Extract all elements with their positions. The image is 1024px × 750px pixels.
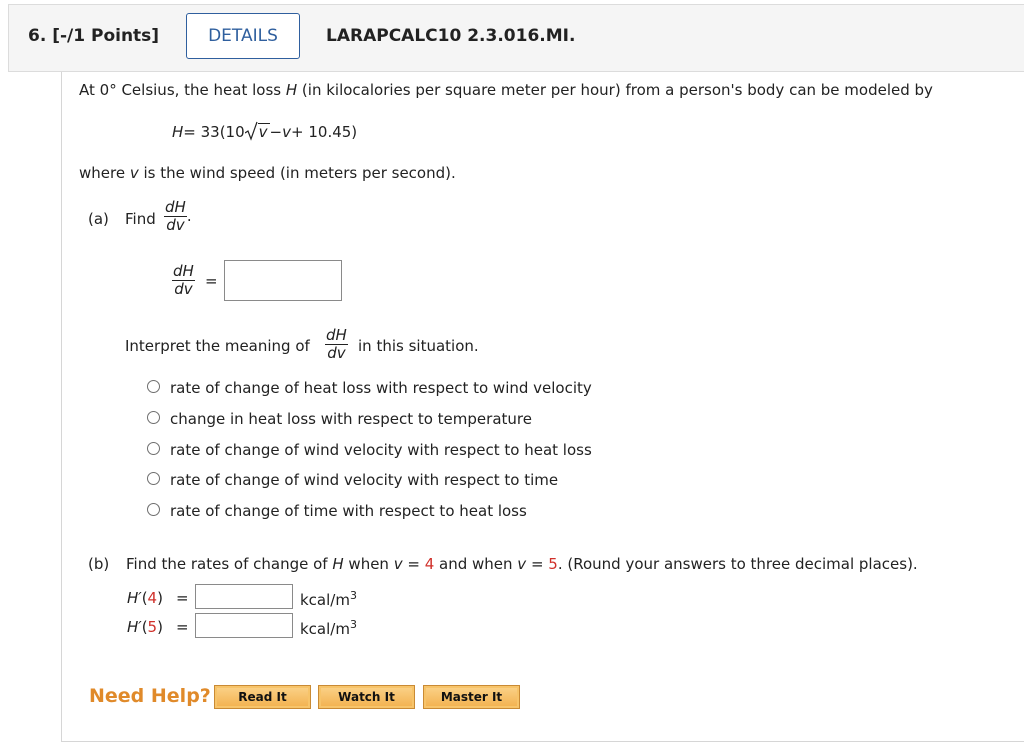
option-radio-2[interactable] (147, 411, 160, 424)
h-prime-4-unit: kcal/m3 (300, 589, 357, 609)
heat-loss-equation: H = 33(10 v − v + 10.45) (172, 121, 358, 141)
h-prime-4-input[interactable] (195, 584, 293, 609)
option-radio-1[interactable] (147, 380, 160, 393)
need-help-label: Need Help? (89, 685, 211, 707)
part-a-derivative: dH dv. (164, 198, 192, 234)
option-radio-4[interactable] (147, 472, 160, 485)
details-button[interactable]: DETAILS (186, 13, 300, 59)
h-prime-5-input[interactable] (195, 613, 293, 638)
h-prime-5-unit: kcal/m3 (300, 618, 357, 638)
h-prime-4-label: H′(4) (127, 589, 163, 607)
option-radio-3[interactable] (147, 442, 160, 455)
h-prime-5-label: H′(5) (127, 618, 163, 636)
watch-it-button[interactable]: Watch It (318, 685, 415, 709)
part-b-label: (b) (88, 555, 110, 573)
option-radio-5[interactable] (147, 503, 160, 516)
read-it-button[interactable]: Read It (214, 685, 311, 709)
master-it-button[interactable]: Master It (423, 685, 520, 709)
interpret-text: Interpret the meaning of (125, 337, 310, 355)
intro-text: At 0° Celsius, the heat loss H (in kiloc… (79, 81, 933, 99)
option-label-4[interactable]: rate of change of wind velocity with res… (170, 471, 558, 489)
part-a-find: Find (125, 210, 156, 228)
option-label-3[interactable]: rate of change of wind velocity with res… (170, 441, 592, 459)
part-a-answer-derivative: dH dv (172, 262, 195, 298)
part-a-label: (a) (88, 210, 109, 228)
where-text: where v is the wind speed (in meters per… (79, 164, 456, 182)
question-number: 6. [-/1 Points] (28, 26, 160, 46)
option-label-1[interactable]: rate of change of heat loss with respect… (170, 379, 592, 397)
derivative-answer-input[interactable] (224, 260, 342, 301)
part-b-prompt: Find the rates of change of H when v = 4… (126, 555, 918, 573)
problem-code: LARAPCALC10 2.3.016.MI. (326, 26, 576, 46)
h-prime-4-equals: = (176, 589, 189, 607)
interpret-derivative: dH dv (325, 326, 348, 362)
option-label-2[interactable]: change in heat loss with respect to temp… (170, 410, 532, 428)
interpret-text-end: in this situation. (358, 337, 479, 355)
sqrt-symbol: v (244, 121, 270, 141)
option-label-5[interactable]: rate of change of time with respect to h… (170, 502, 527, 520)
h-prime-5-equals: = (176, 618, 189, 636)
equals-sign: = (205, 272, 218, 290)
